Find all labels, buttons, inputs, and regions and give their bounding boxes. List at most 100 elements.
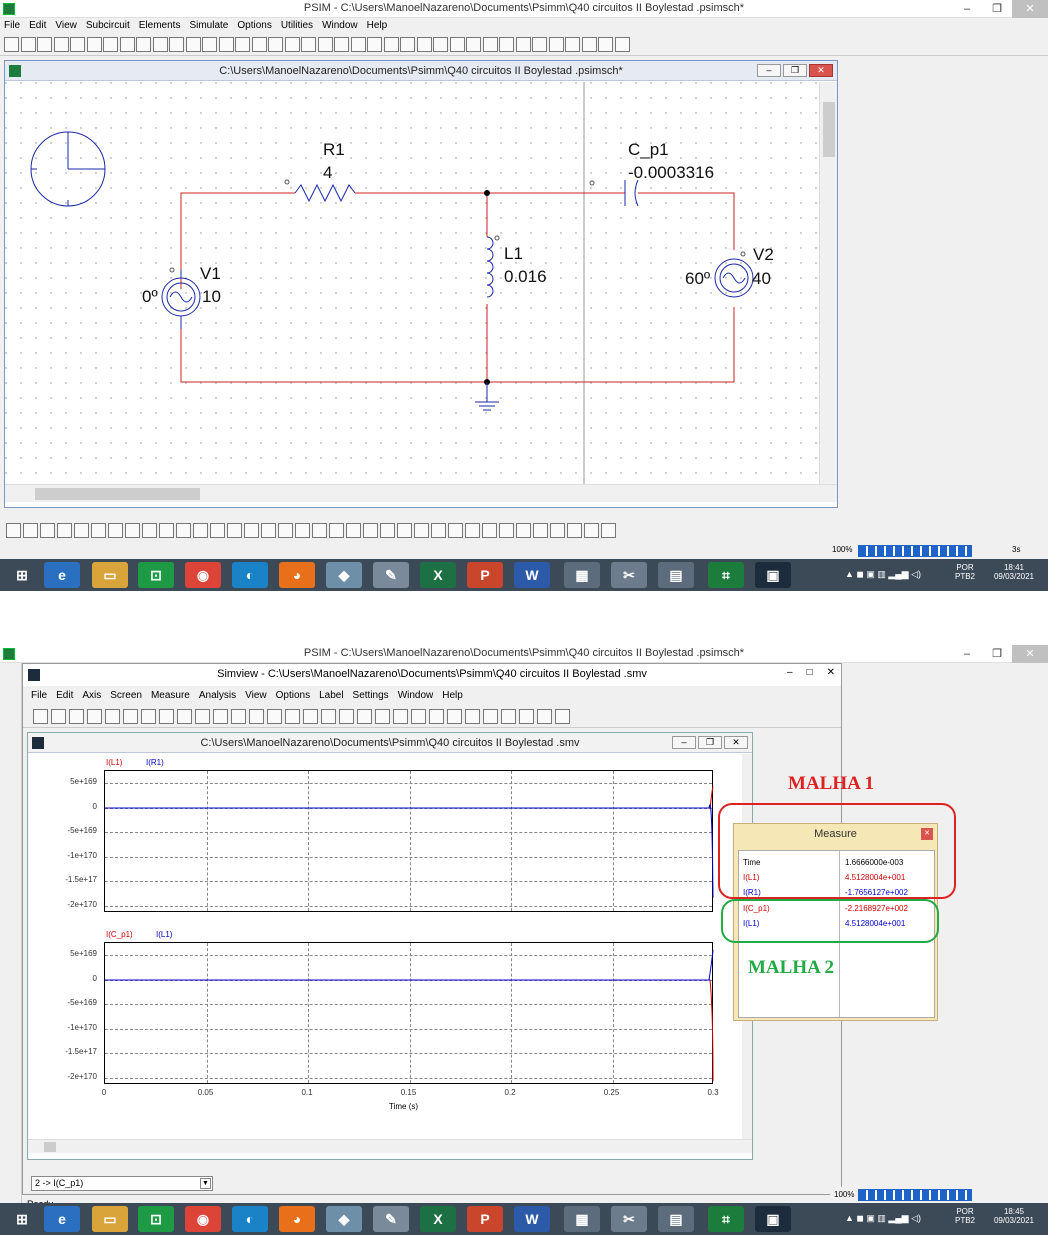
toolbar-button-1[interactable] [4, 37, 19, 52]
simview-tool-button-26[interactable] [483, 709, 498, 724]
toolbar-button-10[interactable] [152, 37, 168, 52]
simview-menu-view[interactable]: View [245, 688, 267, 704]
word-icon[interactable]: W [514, 1206, 550, 1232]
toolbar-button-3[interactable] [37, 37, 52, 52]
plot-close-button[interactable]: ✕ [724, 736, 748, 749]
simview-tool-button-16[interactable] [303, 709, 318, 724]
network-icon[interactable]: ▤ [658, 1206, 694, 1232]
simview-menu-screen[interactable]: Screen [110, 688, 142, 704]
toolbar-button-33[interactable] [532, 37, 547, 52]
excel-icon[interactable]: X [420, 562, 456, 588]
toolbar-button-18[interactable] [284, 37, 300, 52]
simview-tool-button-10[interactable] [195, 709, 210, 724]
psim-taskbar-icon[interactable]: ⌗ [708, 562, 744, 588]
minimize-button[interactable]: – [952, 0, 982, 18]
simview-tool-button-12[interactable] [231, 709, 246, 724]
close-button[interactable]: ✕ [1012, 0, 1048, 18]
toolbar-button-30[interactable] [482, 37, 498, 52]
toolbar-button-29[interactable] [466, 37, 481, 52]
element-button-14[interactable] [227, 523, 242, 538]
simview-menu-analysis[interactable]: Analysis [199, 688, 236, 704]
element-button-28[interactable] [465, 523, 480, 538]
element-button-8[interactable] [125, 523, 140, 538]
simview-tool-button-1[interactable] [33, 709, 48, 724]
measure-tool-button-8[interactable] [343, 1176, 358, 1191]
file-explorer-icon[interactable]: ▭ [92, 562, 128, 588]
menu-view[interactable]: View [55, 18, 77, 34]
paint-icon[interactable]: ✎ [373, 562, 409, 588]
toolbar-button-4[interactable] [53, 37, 69, 52]
vertical-scroll-thumb[interactable] [823, 102, 835, 157]
element-button-5[interactable] [74, 523, 89, 538]
ie-icon[interactable]: e [44, 1206, 80, 1232]
toolbar-button-36[interactable] [581, 37, 597, 52]
measure-tool-button-2[interactable] [235, 1176, 250, 1191]
schematic-close-button[interactable]: ✕ [809, 64, 833, 77]
simview-menu-axis[interactable]: Axis [82, 688, 101, 704]
calculator-icon[interactable]: ▦ [564, 562, 600, 588]
toolbar-button-38[interactable] [614, 37, 630, 52]
simview-tool-button-5[interactable] [105, 709, 120, 724]
menu-options[interactable]: Options [237, 18, 271, 34]
simview-tool-button-24[interactable] [447, 709, 462, 724]
simview-tool-button-4[interactable] [87, 709, 102, 724]
simview-menu-settings[interactable]: Settings [353, 688, 389, 704]
taskbar-clock[interactable]: 18:41 09/03/2021 [988, 563, 1040, 581]
measure-tool-button-9[interactable] [361, 1176, 376, 1191]
plot-restore-button[interactable]: ❐ [698, 736, 722, 749]
snipping-icon[interactable]: ✂ [611, 562, 647, 588]
toolbar-button-20[interactable] [317, 37, 333, 52]
element-button-23[interactable] [380, 523, 395, 538]
edge-icon[interactable]: ◐ [232, 562, 268, 588]
excel-icon[interactable]: X [420, 1206, 456, 1232]
element-button-10[interactable] [159, 523, 174, 538]
store-icon[interactable]: ⊡ [138, 1206, 174, 1232]
element-button-25[interactable] [414, 523, 429, 538]
simview-tool-button-15[interactable] [285, 709, 300, 724]
powerpoint-icon[interactable]: P [467, 1206, 503, 1232]
paint-icon[interactable]: ✎ [373, 1206, 409, 1232]
toolbar-button-26[interactable] [416, 37, 432, 52]
plot1-frame[interactable] [104, 770, 714, 912]
edge-icon[interactable]: ◐ [232, 1206, 268, 1232]
toolbar-button-21[interactable] [334, 37, 349, 52]
element-button-32[interactable] [533, 523, 548, 538]
toolbar-button-31[interactable] [499, 37, 514, 52]
calculator-icon[interactable]: ▦ [564, 1206, 600, 1232]
chrome-icon[interactable]: ◉ [185, 562, 221, 588]
element-button-20[interactable] [329, 523, 344, 538]
element-button-12[interactable] [193, 523, 208, 538]
menu-elements[interactable]: Elements [139, 18, 181, 34]
element-button-16[interactable] [261, 523, 276, 538]
simview-tool-button-11[interactable] [213, 709, 228, 724]
element-button-7[interactable] [108, 523, 123, 538]
toolbar-button-12[interactable] [185, 37, 201, 52]
menu-utilities[interactable]: Utilities [281, 18, 313, 34]
simview-tool-button-19[interactable] [357, 709, 372, 724]
simview-tool-button-20[interactable] [375, 709, 390, 724]
toolbar-button-34[interactable] [548, 37, 564, 52]
simview-tool-button-28[interactable] [519, 709, 534, 724]
element-button-30[interactable] [499, 523, 514, 538]
system-tray-icons[interactable]: ▲ ◼ ▣ ▥ ▂▄▆ ◁) [845, 1213, 921, 1224]
toolbar-button-8[interactable] [119, 37, 135, 52]
firefox-icon[interactable]: ◕ [279, 1206, 315, 1232]
measure-tool-button-10[interactable] [379, 1176, 394, 1191]
element-button-9[interactable] [142, 523, 157, 538]
menu-help[interactable]: Help [367, 18, 388, 34]
simview-tool-button-3[interactable] [69, 709, 84, 724]
start-icon[interactable]: ⊞ [4, 1206, 40, 1232]
word-icon[interactable]: W [514, 562, 550, 588]
element-button-18[interactable] [295, 523, 310, 538]
toolbar-button-14[interactable] [218, 37, 234, 52]
toolbar-button-2[interactable] [20, 37, 36, 52]
simview-menu-file[interactable]: File [31, 688, 47, 704]
app-icon[interactable]: ◆ [326, 1206, 362, 1232]
element-button-17[interactable] [278, 523, 293, 538]
plot-horizontal-scrollbar[interactable] [28, 1139, 752, 1153]
element-button-15[interactable] [244, 523, 259, 538]
toolbar-button-28[interactable] [449, 37, 465, 52]
powerpoint-icon[interactable]: P [467, 562, 503, 588]
menu-window[interactable]: Window [322, 18, 358, 34]
simview-menu-edit[interactable]: Edit [56, 688, 73, 704]
